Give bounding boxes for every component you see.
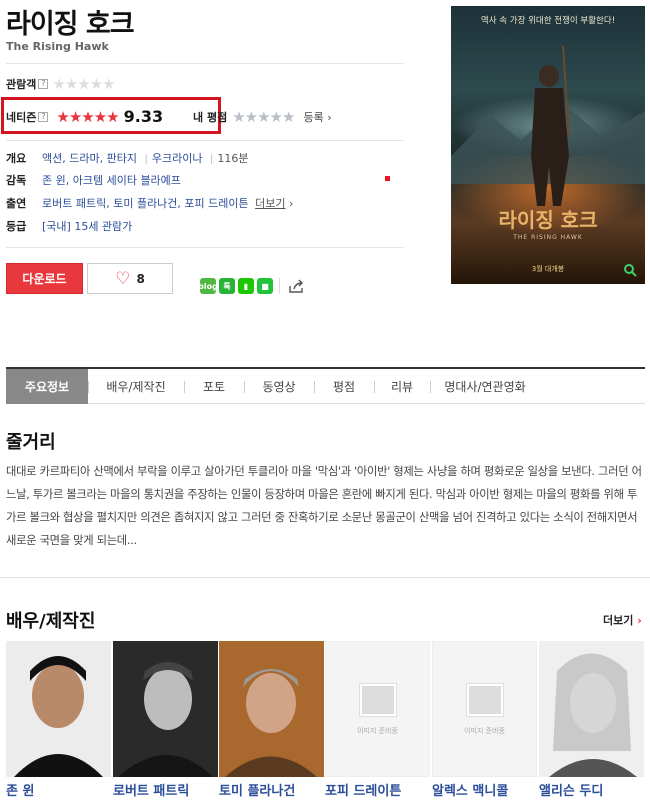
my-rating-label: 내 평점 (193, 111, 228, 124)
person-photo[interactable] (6, 641, 111, 777)
person-name[interactable]: 알렉스 맥니콜 (432, 780, 508, 799)
movie-poster[interactable]: 역사 속 가장 위대한 전쟁이 부활한다! 라이징 호크 THE RISING … (451, 6, 645, 284)
country-link[interactable]: 우크라이나 (152, 152, 203, 165)
tab-photo[interactable]: 포토 (184, 369, 244, 404)
director-links[interactable]: 존 윈, 아크템 세이타 블라예프 (42, 172, 181, 188)
divider (6, 247, 404, 248)
placeholder-image-icon (360, 684, 396, 716)
person-name[interactable]: 포피 드레이튼 (325, 780, 401, 799)
genre-link[interactable]: 판타지 (107, 152, 137, 165)
tab-main-info[interactable]: 주요정보 (6, 369, 88, 404)
placeholder-image-icon (467, 684, 503, 716)
person-photo-placeholder[interactable]: 이미지 준비중 (432, 641, 537, 777)
person-name[interactable]: 토미 플라나건 (219, 780, 295, 799)
zoom-icon[interactable] (623, 262, 637, 277)
genre-link[interactable]: 액션 (42, 152, 62, 165)
crew-more-link[interactable]: 더보기 › (603, 612, 642, 628)
person-name[interactable]: 로버트 패트릭 (113, 780, 189, 799)
genre-link[interactable]: 드라마 (69, 152, 99, 165)
synopsis-text: 대대로 카르파티아 산맥에서 부락을 이루고 살아가던 투클리아 마을 '막심'… (6, 465, 642, 547)
person-photo[interactable] (219, 641, 324, 777)
bookmark-icon[interactable]: ▮ (238, 278, 254, 294)
placeholder-text: 이미지 준비중 (464, 727, 505, 735)
register-label: 등록 (303, 111, 324, 124)
tab-rating[interactable]: 평점 (314, 369, 374, 404)
my-rating-stars[interactable]: ★★★★★ (232, 108, 295, 126)
poster-release: 3월 대개봉 (531, 265, 565, 273)
new-dot-icon (385, 176, 390, 181)
poster-tagline: 역사 속 가장 위대한 전쟁이 부활한다! (480, 16, 616, 26)
cast-links[interactable]: 로버트 패트릭, 토미 플라나건, 포피 드레이튼 (42, 197, 249, 210)
talk-icon[interactable]: 톡 (219, 278, 235, 294)
divider (6, 140, 404, 141)
tab-bar: 주요정보 배우/제작진 포토 동영상 평점 리뷰 명대사/연관영화 (6, 367, 645, 404)
highlight-box (1, 97, 221, 134)
share-icon[interactable] (288, 278, 305, 298)
poster-title: 라이징 호크 (498, 208, 598, 232)
audience-label: 관람객 (6, 78, 37, 91)
divider (0, 577, 650, 578)
crew-more-label: 더보기 (603, 614, 634, 627)
blog-icon[interactable]: blog (198, 278, 218, 294)
grade-link[interactable]: [국내] 15세 관람가 (42, 218, 132, 234)
synopsis-heading: 줄거리 (6, 432, 56, 453)
audience-rating: 관람객 ? ★★★★★ (6, 75, 116, 93)
movie-page: 라이징 호크 The Rising Hawk 관람객 ? ★★★★★ 네티즌 ?… (0, 0, 650, 805)
tab-video[interactable]: 동영상 (244, 369, 314, 404)
person-photo-placeholder[interactable]: 이미지 준비중 (325, 641, 430, 777)
poster-en-title: THE RISING HAWK (513, 234, 583, 241)
overview-values: 액션, 드라마, 판타지 | 우크라이나 | 116분 (42, 152, 249, 165)
person-photo[interactable] (539, 641, 644, 777)
band-icon[interactable]: ■ (257, 278, 273, 294)
like-count: 8 (136, 271, 145, 286)
help-icon[interactable]: ? (38, 79, 49, 89)
overview-label: 개요 (6, 152, 27, 165)
audience-stars: ★★★★★ (52, 75, 115, 93)
cast-more-link[interactable]: 더보기 (255, 197, 285, 210)
register-link[interactable]: 등록 › (303, 109, 331, 125)
cast-values: 로버트 패트릭, 토미 플라나건, 포피 드레이튼 더보기 › (42, 197, 294, 210)
movie-title: 라이징 호크 (6, 9, 135, 40)
grade-label: 등급 (6, 220, 27, 233)
divider (279, 278, 280, 294)
warrior-figure (451, 45, 645, 206)
divider (6, 63, 404, 64)
heart-icon: ♡ (115, 268, 131, 289)
movie-original-title: The Rising Hawk (6, 40, 109, 53)
person-name[interactable]: 존 윈 (6, 780, 34, 799)
download-button[interactable]: 다운로드 (6, 263, 83, 294)
person-photo[interactable] (113, 641, 218, 777)
like-button[interactable]: ♡ 8 (87, 263, 173, 294)
tab-quotes-related[interactable]: 명대사/연관영화 (430, 369, 540, 404)
runtime: 116분 (217, 152, 249, 165)
crew-heading: 배우/제작진 (6, 611, 96, 632)
placeholder-text: 이미지 준비중 (357, 727, 398, 735)
my-rating: 내 평점 ★★★★★ 등록 › (193, 108, 332, 126)
director-label: 감독 (6, 174, 27, 187)
tab-review[interactable]: 리뷰 (374, 369, 430, 404)
tab-cast-crew[interactable]: 배우/제작진 (88, 369, 184, 404)
cast-label: 출연 (6, 197, 27, 210)
person-name[interactable]: 앨리슨 두디 (539, 780, 603, 799)
